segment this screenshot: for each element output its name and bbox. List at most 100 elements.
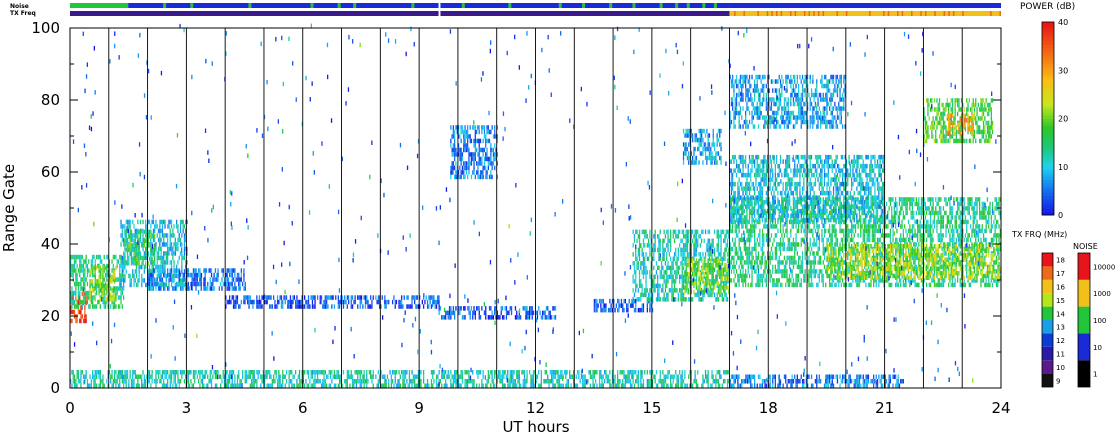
echo-cell <box>646 243 648 248</box>
echo-cell <box>754 242 756 247</box>
echo-cell <box>933 219 936 225</box>
echo-cell <box>473 125 475 130</box>
echo-cell <box>798 242 800 247</box>
echo-cell <box>84 314 86 319</box>
echo-cell <box>685 280 687 286</box>
echo-cell <box>532 310 535 316</box>
noise-strip-segment <box>128 3 439 8</box>
echo-cell <box>889 233 892 238</box>
echo-cell <box>644 234 646 239</box>
echo-cell <box>133 278 135 283</box>
echo-cell <box>950 282 952 288</box>
echo-cell <box>809 215 811 220</box>
echo-cell <box>448 315 451 320</box>
echo-cell <box>936 201 938 207</box>
echo-cell <box>465 143 467 148</box>
echo-cell <box>869 237 871 243</box>
echo-cell <box>187 272 189 278</box>
echo-cell <box>688 297 690 302</box>
echo-cell <box>720 271 722 277</box>
echo-cell <box>953 197 955 202</box>
echo-cell <box>218 286 220 291</box>
echo-cell <box>637 247 639 253</box>
echo-cell <box>267 295 270 300</box>
echo-cell <box>75 259 77 264</box>
echo-cell <box>261 295 263 300</box>
echo-cell <box>869 228 871 234</box>
echo-cell <box>772 251 774 256</box>
echo-cell <box>902 237 904 243</box>
echo-cell <box>942 206 945 211</box>
echo-cell <box>232 268 235 273</box>
echo-cell <box>928 228 930 234</box>
echo-cell <box>645 252 647 257</box>
echo-cell <box>152 268 155 273</box>
echo-cell <box>959 278 961 283</box>
echo-cell <box>167 242 169 247</box>
echo-cell <box>702 137 704 143</box>
echo-cell <box>927 224 929 229</box>
echo-cell <box>711 292 713 298</box>
echo-cell <box>809 228 811 234</box>
echo-cell <box>873 237 875 243</box>
echo-cell <box>199 281 201 287</box>
echo-cell <box>179 278 182 283</box>
echo-cell <box>774 224 776 229</box>
echo-cell <box>821 278 823 283</box>
echo-cell <box>906 197 908 202</box>
echo-cell <box>719 234 721 239</box>
echo-cell <box>164 269 166 274</box>
echo-cell <box>735 224 738 229</box>
echo-cell <box>737 278 739 283</box>
echo-cell <box>711 267 713 272</box>
echo-cell <box>306 304 308 309</box>
echo-cell <box>117 295 120 300</box>
echo-cell <box>823 255 826 261</box>
echo-cell <box>227 277 230 282</box>
echo-cell <box>487 161 489 166</box>
echo-cell <box>787 237 789 243</box>
echo-cell <box>238 281 240 287</box>
echo-cell <box>181 219 183 225</box>
echo-cell <box>121 237 123 243</box>
echo-cell <box>464 165 466 171</box>
echo-cell <box>76 304 78 309</box>
echo-cell <box>467 165 469 171</box>
echo-cell <box>754 219 756 225</box>
echo-cell <box>735 260 738 265</box>
echo-cell <box>905 210 907 216</box>
echo-cell <box>464 138 466 144</box>
echo-cell <box>323 304 325 309</box>
echo-cell <box>205 286 208 291</box>
echo-cell <box>670 288 672 293</box>
echo-cell <box>179 242 182 247</box>
echo-cell <box>702 128 704 134</box>
echo-cell <box>329 295 332 300</box>
echo-cell <box>463 138 465 144</box>
echo-cell <box>671 270 673 275</box>
echo-cell <box>104 286 107 291</box>
echo-cell <box>191 272 193 278</box>
echo-cell <box>702 146 704 152</box>
echo-cell <box>756 260 758 265</box>
echo-cell <box>161 255 164 261</box>
echo-cell <box>168 278 170 283</box>
echo-cell <box>319 295 321 300</box>
echo-cell <box>942 233 945 238</box>
echo-cell <box>817 260 819 265</box>
echo-cell <box>253 299 255 305</box>
echo-cell <box>488 129 491 135</box>
echo-cell <box>227 286 230 291</box>
echo-cell <box>660 270 663 275</box>
echo-cell <box>95 290 98 296</box>
echo-cell <box>946 242 948 247</box>
echo-cell <box>183 277 186 282</box>
echo-cell <box>170 233 173 238</box>
echo-cell <box>865 282 867 288</box>
echo-cell <box>773 278 775 283</box>
echo-cell <box>662 297 664 302</box>
radar-figure: Noise TX Freq 0 3 6 9 12 15 18 21 24 02040608010… <box>0 2 1115 435</box>
echo-cell <box>494 129 496 135</box>
echo-cell <box>708 146 711 152</box>
echo-cell <box>150 272 152 278</box>
